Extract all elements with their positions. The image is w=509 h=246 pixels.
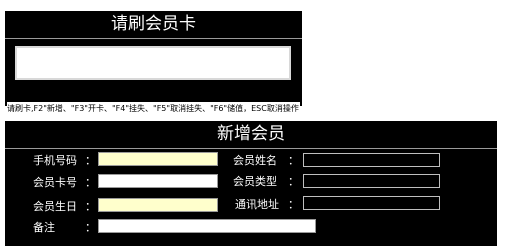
- new-member-title: 新增会员: [217, 124, 285, 144]
- birthday-input[interactable]: [98, 198, 218, 212]
- name-label: 会员姓名: [233, 154, 277, 167]
- swipe-card-title: 请刷会员卡: [111, 14, 196, 34]
- birthday-colon: ：: [85, 200, 96, 213]
- address-label: 通讯地址: [235, 198, 279, 211]
- swipe-card-panel: 请刷会员卡 请刷卡,F2"新增、"F3"开卡、"F4"挂失、"F5"取消挂失、"…: [5, 11, 302, 115]
- shortcut-hint-text: 请刷卡,F2"新增、"F3"开卡、"F4"挂失、"F5"取消挂失、"F6"储值，…: [7, 102, 300, 115]
- name-colon: ：: [288, 154, 299, 167]
- birthday-label: 会员生日: [33, 200, 77, 213]
- phone-label: 手机号码: [33, 154, 77, 167]
- phone-input[interactable]: [98, 152, 218, 166]
- title-divider: [5, 38, 302, 39]
- type-colon: ：: [288, 175, 299, 188]
- name-input[interactable]: [303, 153, 440, 167]
- type-input[interactable]: [303, 174, 440, 188]
- title-divider: [5, 148, 497, 149]
- card-no-input[interactable]: [98, 174, 218, 188]
- card-no-label: 会员卡号: [33, 176, 77, 189]
- new-member-panel: 新增会员 手机号码 ： 会员卡号 ： 会员生日 ： 备注 ： 会员姓名 ： 会员…: [5, 121, 497, 246]
- remark-input[interactable]: [98, 219, 316, 233]
- phone-colon: ：: [85, 154, 96, 167]
- remark-colon: ：: [85, 221, 96, 234]
- card-no-colon: ：: [85, 176, 96, 189]
- card-number-input[interactable]: [15, 46, 291, 80]
- remark-label: 备注: [33, 221, 55, 234]
- address-colon: ：: [288, 198, 299, 211]
- address-input[interactable]: [303, 196, 440, 210]
- type-label: 会员类型: [233, 175, 277, 188]
